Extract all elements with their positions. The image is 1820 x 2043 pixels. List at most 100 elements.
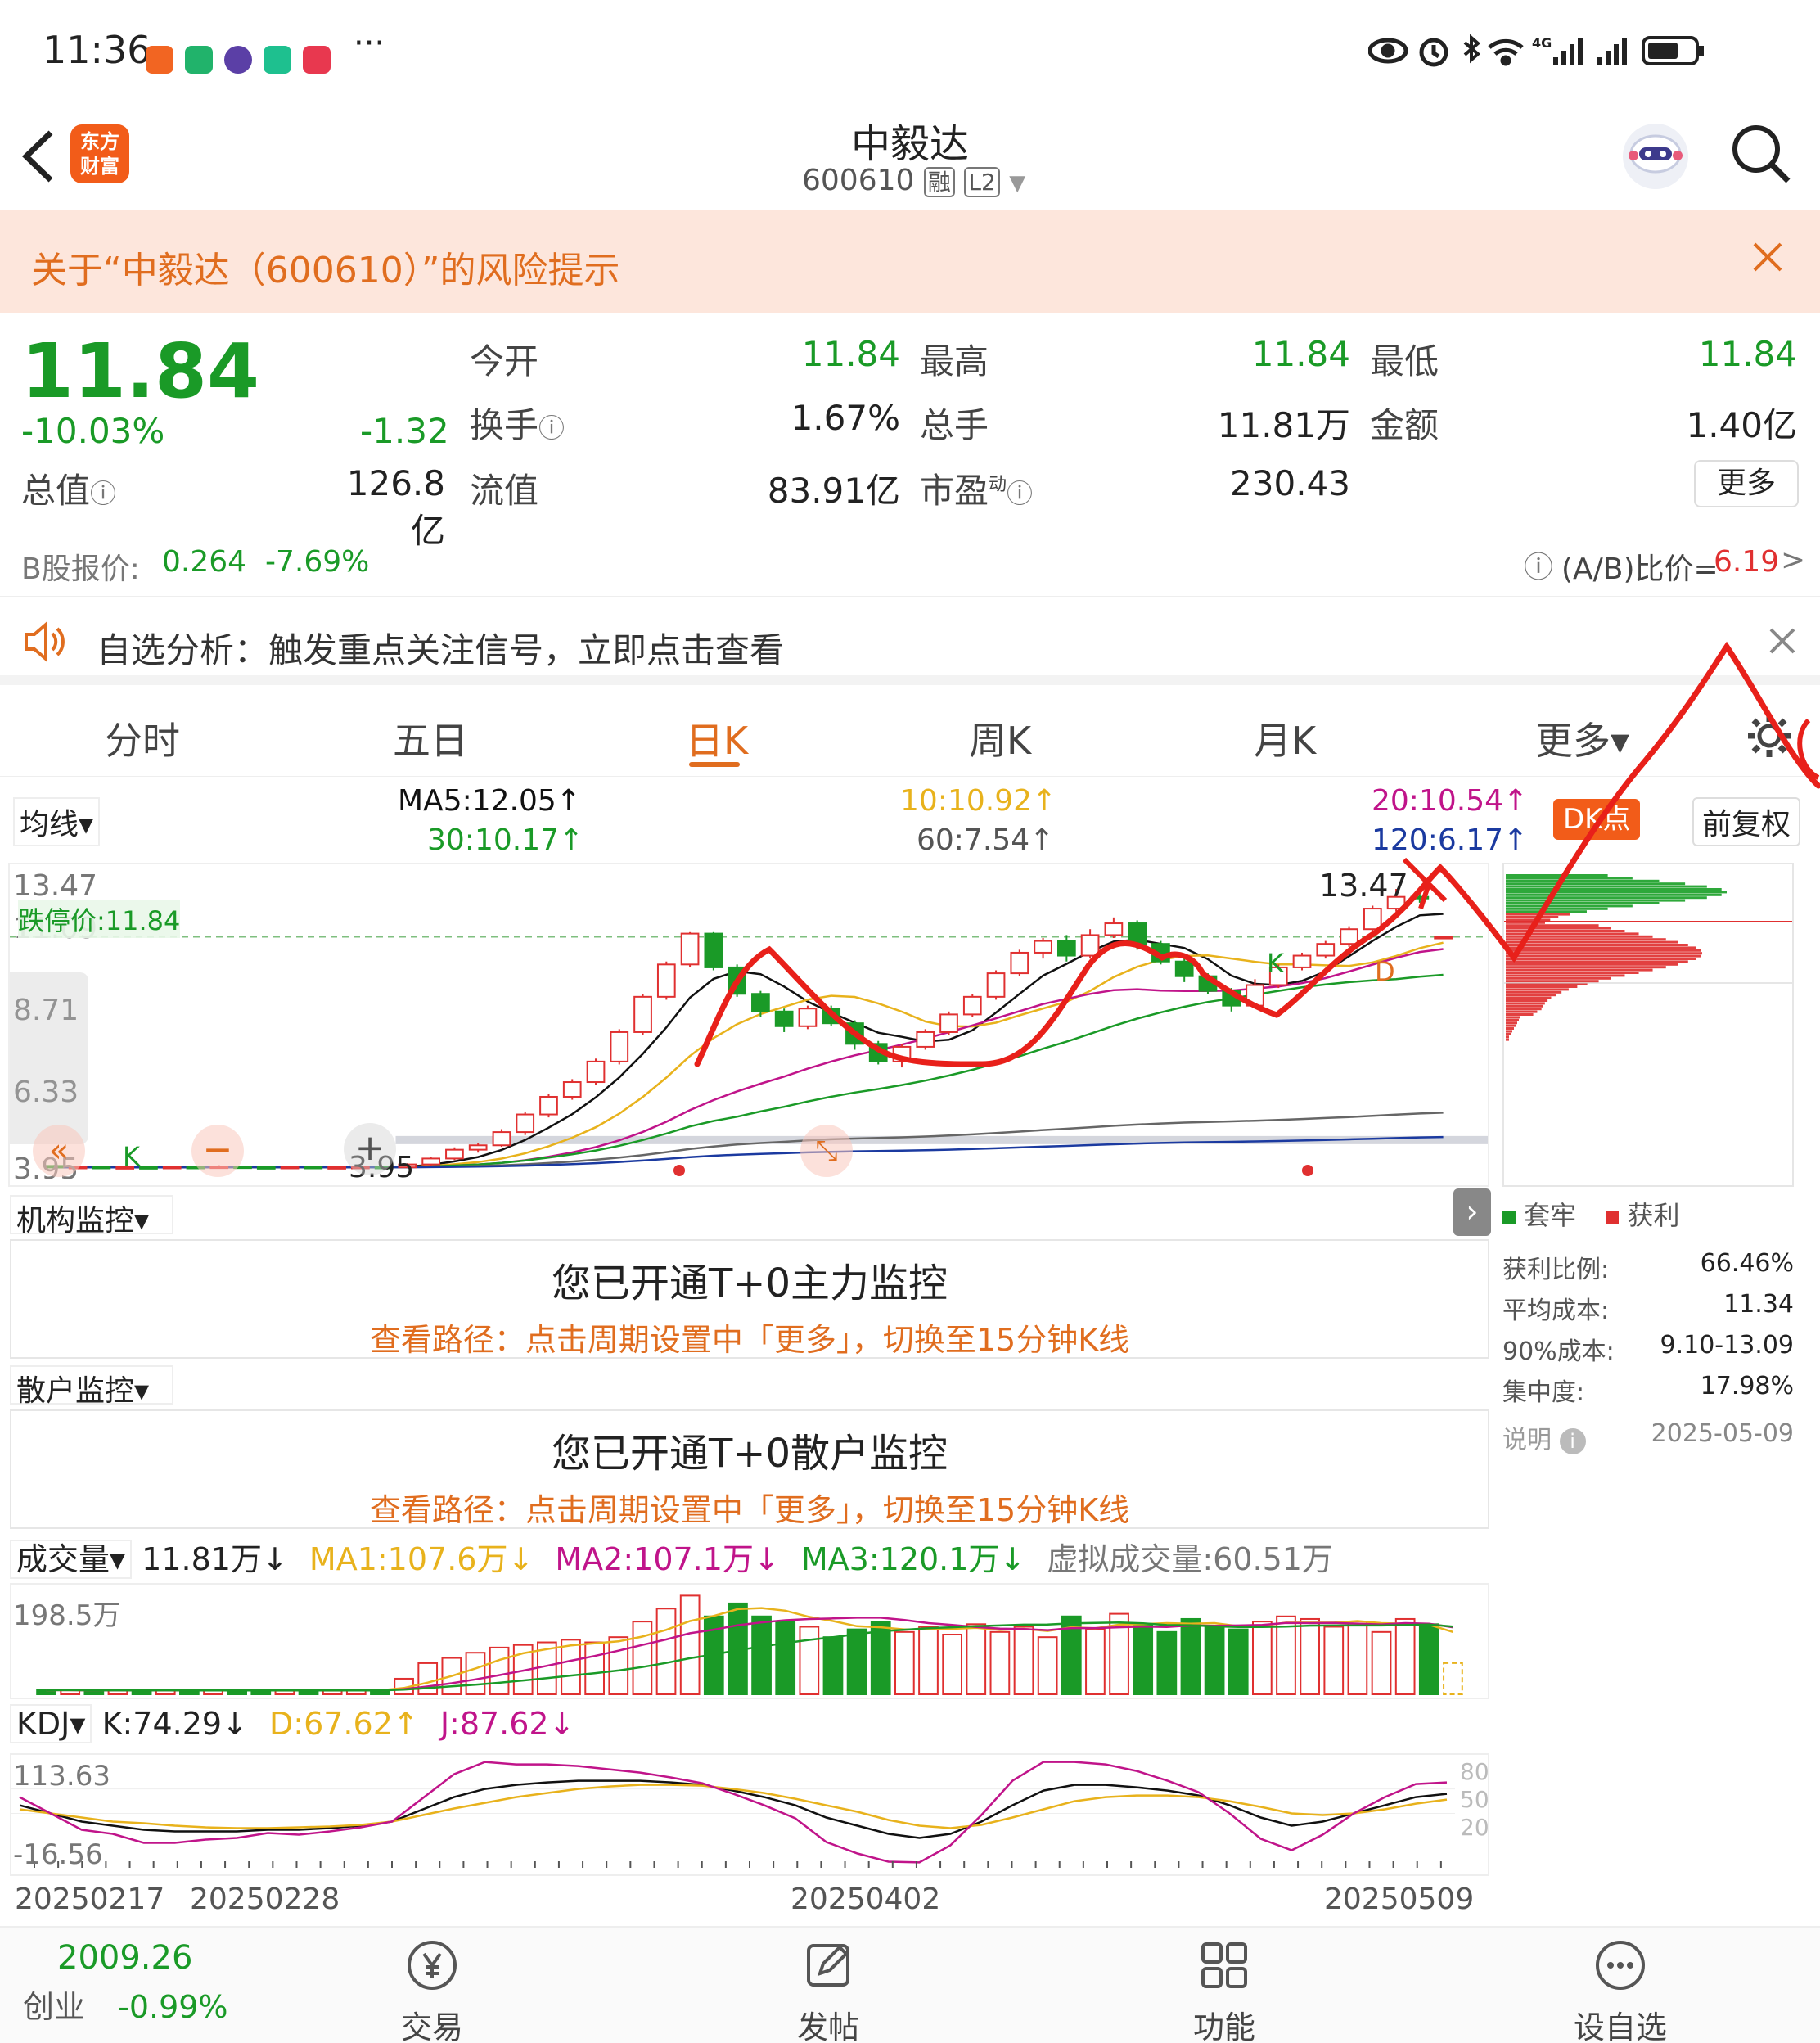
volume-bar (1180, 1617, 1201, 1695)
tab-daily-k[interactable]: 日K (686, 711, 748, 765)
caret-down-icon: ▼ (1009, 171, 1026, 196)
candle-body (680, 932, 700, 966)
nav-watchlist[interactable]: 设自选 (1555, 1936, 1686, 2043)
tab-weekly-k[interactable]: 周K (969, 711, 1031, 765)
chip-bar (1506, 930, 1625, 932)
info-icon[interactable]: i (1559, 1428, 1586, 1454)
ma30-value: 30:10.17↑ (427, 823, 584, 857)
app-logo[interactable]: 东方 财富 (70, 124, 129, 183)
more-button[interactable]: 更多 (1694, 460, 1799, 507)
volume-bar (465, 1652, 486, 1696)
volume-bar (1418, 1623, 1439, 1695)
volume-bar (655, 1608, 677, 1696)
gear-icon[interactable] (1745, 711, 1794, 764)
chip-label-concentration: 集中度: (1502, 1378, 1585, 1407)
chip-bar (1506, 1022, 1517, 1025)
volume-bar (1347, 1621, 1368, 1696)
chip-legend: 套牢 获利 (1502, 1195, 1813, 1233)
kdj-ref-80: 80 (1460, 1758, 1489, 1785)
chip-value-90-cost: 9.10-13.09 (1660, 1331, 1794, 1360)
edit-icon (807, 1944, 849, 1987)
chip-bar (1506, 952, 1702, 955)
info-icon[interactable]: ⓘ (1007, 478, 1033, 509)
chip-bar (1506, 949, 1701, 952)
candle-body (1410, 895, 1430, 900)
retail-panel[interactable]: 您已开通T+0散户监控 查看路径：点击周期设置中「更多」，切换至15分钟K线 (10, 1409, 1489, 1529)
volume-bar (1037, 1636, 1058, 1695)
zoom-in-icon[interactable]: + (344, 1123, 396, 1175)
volume-bar (1323, 1626, 1345, 1695)
tab-monthly-k[interactable]: 月K (1254, 711, 1316, 765)
candle-body (1151, 943, 1170, 963)
chip-histogram (1504, 874, 1792, 1041)
candle-body (162, 1166, 182, 1170)
volume-bar (561, 1639, 581, 1695)
chip-bar (1506, 1004, 1543, 1008)
zoom-out-icon[interactable]: − (191, 1125, 244, 1177)
risk-banner[interactable]: 关于“中毅达（600610）”的风险提示 (0, 210, 1820, 313)
chip-note[interactable]: 说明 i (1502, 1419, 1586, 1455)
volume-bar (1394, 1617, 1416, 1695)
nav-trade[interactable]: 交易 (367, 1936, 498, 2043)
candle-body (1174, 960, 1194, 977)
float-value-label: 流值 (470, 471, 539, 511)
kdj-header: KDJ▾ K:74.29↓ D:67.62↑ J:87.62↓ (10, 1704, 1499, 1748)
help-icon[interactable]: ⓘ (1524, 543, 1553, 586)
ma-selector[interactable]: 均线▾ (13, 797, 101, 846)
bluetooth-icon (1463, 34, 1481, 64)
retail-selector[interactable]: 散户监控▾ (10, 1365, 173, 1408)
back-button[interactable] (18, 128, 59, 188)
institution-selector[interactable]: 机构监控▾ (10, 1195, 173, 1238)
volume-bar (489, 1646, 510, 1695)
index-ticker[interactable]: 2009.26 创业 -0.99% (23, 1939, 252, 2027)
robot-assistant-icon[interactable] (1619, 120, 1692, 196)
eye-icon (1367, 38, 1408, 64)
chip-bar (1506, 1038, 1509, 1041)
signal-banner[interactable]: 自选分析：触发重点关注信号，立即点击查看 (0, 597, 1820, 685)
k-marker: K (123, 1141, 140, 1172)
nav-post[interactable]: 发帖 (763, 1936, 894, 2043)
date-label: 20250217 (15, 1883, 165, 1916)
volume-bar (894, 1630, 915, 1696)
kline-chart[interactable]: 13.47 11.09 8.71 6.33 3.95 跌停价:11.84 13.… (8, 863, 1489, 1187)
dk-button[interactable]: DK点 (1553, 799, 1641, 840)
volume-bar (1013, 1626, 1034, 1695)
volume-chart[interactable]: 198.5万 (10, 1583, 1489, 1699)
adjust-button[interactable]: 前复权 (1692, 797, 1801, 846)
info-icon[interactable]: ⓘ (538, 413, 565, 444)
tab-intraday[interactable]: 分时 (105, 711, 180, 765)
chip-bar (1506, 1010, 1538, 1013)
candle-body (892, 1045, 912, 1062)
institution-panel[interactable]: 您已开通T+0主力监控 查看路径：点击周期设置中「更多」，切换至15分钟K线 (10, 1239, 1489, 1359)
chip-distribution[interactable] (1502, 863, 1794, 1187)
candle-body (986, 972, 1006, 998)
kdj-selector[interactable]: KDJ▾ (10, 1704, 92, 1743)
kdj-d: D:67.62↑ (269, 1706, 419, 1742)
info-icon[interactable]: ⓘ (90, 478, 116, 509)
candle-body (1034, 940, 1052, 954)
bshare-row[interactable]: B股报价: 0.264 -7.69% ⓘ (A/B)比价= 6.19 > (0, 530, 1820, 597)
institution-path: 查看路径：点击周期设置中「更多」，切换至15分钟K线 (369, 1322, 1130, 1358)
candle-body (539, 1095, 558, 1116)
candle-body (586, 1060, 606, 1084)
fullscreen-icon[interactable]: ⤡ (800, 1125, 853, 1177)
candle-body (939, 1013, 958, 1033)
nav-function[interactable]: 功能 (1159, 1936, 1290, 2043)
volume-bar (966, 1623, 987, 1695)
tab-more[interactable]: 更多▾ (1535, 711, 1629, 765)
close-icon[interactable] (1768, 626, 1797, 659)
volume-selector[interactable]: 成交量▾ (10, 1540, 133, 1579)
search-icon[interactable] (1728, 121, 1794, 190)
candle-body (1056, 940, 1076, 957)
status-indicators: 4G (1367, 29, 1712, 81)
kdj-ref-20: 20 (1460, 1814, 1489, 1841)
ma-line-20 (54, 948, 1444, 1169)
chevron-right-icon[interactable]: › (1453, 1188, 1491, 1236)
rewind-icon[interactable]: « (33, 1125, 85, 1177)
close-icon[interactable] (1751, 241, 1784, 277)
stock-code-row[interactable]: 600610 融 L2 ▼ (802, 164, 1025, 197)
chart-side-handle[interactable] (10, 972, 88, 1144)
tab-five-day[interactable]: 五日 (393, 711, 468, 765)
logo-line1: 东方 (80, 130, 119, 153)
kdj-chart[interactable]: 113.63 -16.56 80 50 20 (10, 1753, 1489, 1876)
